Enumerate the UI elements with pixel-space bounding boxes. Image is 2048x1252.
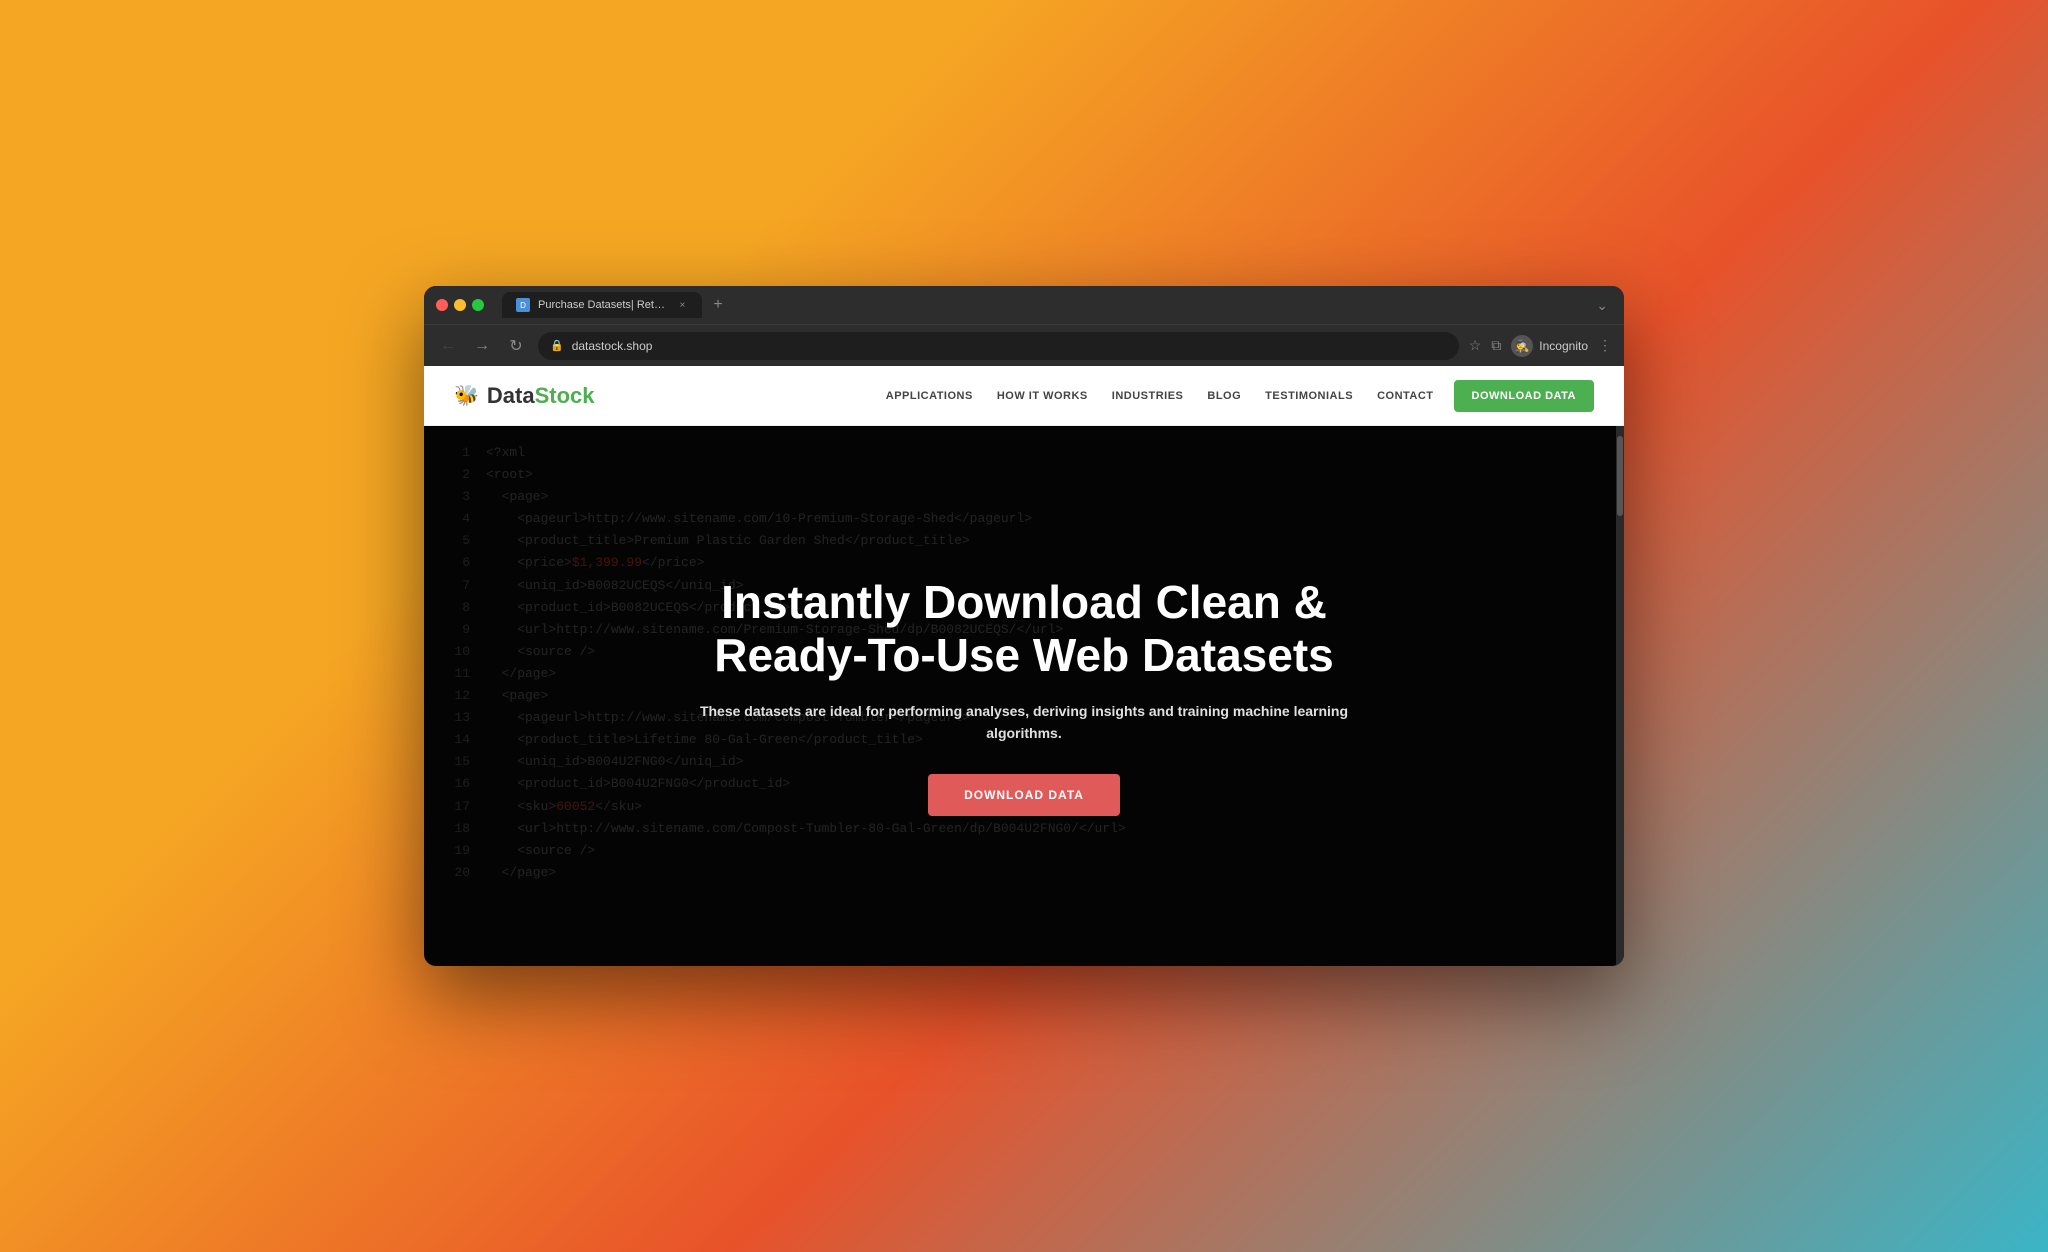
more-options-icon[interactable]: ⋮ <box>1598 337 1612 354</box>
hero-section: 1 <?xml 2 <root> 3 <page> 4 <pageurl>htt… <box>424 426 1624 966</box>
maximize-dot[interactable] <box>472 299 484 311</box>
website-content: 🐝 DataStock APPLICATIONS HOW IT WORKS IN… <box>424 366 1624 966</box>
scrollbar-thumb[interactable] <box>1617 436 1623 516</box>
nav-links: APPLICATIONS HOW IT WORKS INDUSTRIES BLO… <box>886 390 1434 402</box>
incognito-avatar-icon: 🕵 <box>1511 335 1533 357</box>
tab-area: D Purchase Datasets| Retail Data... × + … <box>502 292 1612 318</box>
incognito-badge: 🕵 Incognito <box>1511 335 1588 357</box>
nav-how-it-works[interactable]: HOW IT WORKS <box>997 390 1088 402</box>
lock-icon: 🔒 <box>550 339 564 352</box>
site-logo[interactable]: 🐝 DataStock <box>454 383 595 409</box>
logo-icon: 🐝 <box>454 383 479 408</box>
hero-subtitle: These datasets are ideal for performing … <box>664 700 1384 745</box>
address-bar: ← → ↻ 🔒 datastock.shop ☆ ⧉ 🕵 Incognito ⋮ <box>424 324 1624 366</box>
logo-text: DataStock <box>487 383 595 409</box>
nav-industries[interactable]: INDUSTRIES <box>1112 390 1184 402</box>
reload-button[interactable]: ↻ <box>504 334 528 358</box>
new-tab-button[interactable]: + <box>706 293 730 317</box>
browser-tab[interactable]: D Purchase Datasets| Retail Data... × <box>502 292 702 318</box>
incognito-label: Incognito <box>1539 339 1588 353</box>
nav-applications[interactable]: APPLICATIONS <box>886 390 973 402</box>
hero-download-button[interactable]: DOWNLOAD DATA <box>928 774 1120 816</box>
tab-title: Purchase Datasets| Retail Data... <box>538 299 669 311</box>
scrollbar[interactable] <box>1616 426 1624 966</box>
url-text: datastock.shop <box>572 339 653 353</box>
site-nav: 🐝 DataStock APPLICATIONS HOW IT WORKS IN… <box>424 366 1624 426</box>
back-button[interactable]: ← <box>436 334 460 358</box>
tab-favicon-icon: D <box>516 298 530 312</box>
browser-window: D Purchase Datasets| Retail Data... × + … <box>424 286 1624 966</box>
hero-title: Instantly Download Clean & Ready-To-Use … <box>664 576 1384 682</box>
forward-button[interactable]: → <box>470 334 494 358</box>
nav-blog[interactable]: BLOG <box>1207 390 1241 402</box>
tab-view-icon[interactable]: ⧉ <box>1491 337 1501 354</box>
hero-content: Instantly Download Clean & Ready-To-Use … <box>624 576 1424 817</box>
nav-testimonials[interactable]: TESTIMONIALS <box>1265 390 1353 402</box>
tab-close-icon[interactable]: × <box>677 298 688 312</box>
bookmark-icon[interactable]: ☆ <box>1469 337 1482 354</box>
address-right-icons: ☆ ⧉ 🕵 Incognito ⋮ <box>1469 335 1612 357</box>
minimize-dot[interactable] <box>454 299 466 311</box>
traffic-lights <box>436 299 484 311</box>
close-dot[interactable] <box>436 299 448 311</box>
tab-chevron-icon[interactable]: ⌄ <box>1596 297 1608 314</box>
url-bar[interactable]: 🔒 datastock.shop <box>538 332 1459 360</box>
nav-contact[interactable]: CONTACT <box>1377 390 1433 402</box>
title-bar: D Purchase Datasets| Retail Data... × + … <box>424 286 1624 324</box>
nav-download-button[interactable]: DOWNLOAD DATA <box>1454 380 1594 412</box>
